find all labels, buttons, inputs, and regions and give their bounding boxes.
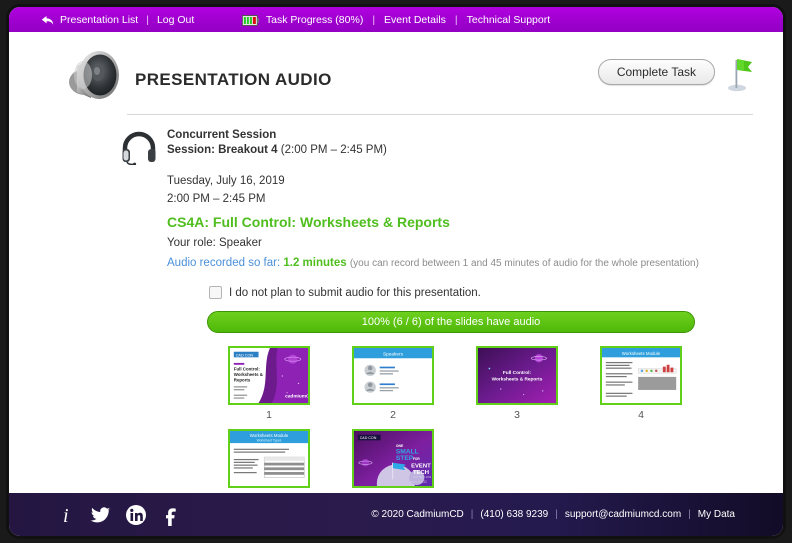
svg-text:cadmiumCD: cadmiumCD: [409, 480, 427, 484]
page-footer: i © 2020 CadmiumCD | (410) 638 9239 | su…: [9, 493, 783, 536]
slide-thumbnail-2[interactable]: Speakers: [352, 346, 434, 405]
slide-number: 3: [514, 409, 520, 421]
page-header: PRESENTATION AUDIO Complete Task: [9, 32, 783, 104]
svg-text:i: i: [63, 505, 69, 526]
back-arrow-icon[interactable]: [41, 15, 54, 26]
svg-text:Full Control:: Full Control:: [234, 366, 261, 371]
header-divider: [127, 114, 753, 115]
slides-audio-progress: 100% (6 / 6) of the slides have audio: [207, 311, 695, 333]
facebook-icon[interactable]: [160, 504, 182, 527]
page-title: PRESENTATION AUDIO: [135, 70, 332, 89]
event-details-link[interactable]: Event Details: [384, 14, 446, 26]
audio-recorded-line: Audio recorded so far: 1.2 minutes (you …: [167, 257, 753, 269]
slide-thumbnail-grid: CAD CON Full Control: Worksheets & Repor…: [207, 346, 703, 512]
audio-recorded-prefix: Audio recorded so far:: [167, 257, 281, 269]
session-name: Session: Breakout 4: [167, 144, 278, 156]
footer-separator-2: |: [555, 509, 558, 520]
slide-thumbnail-3[interactable]: Full Control: Worksheets & Reports: [476, 346, 558, 405]
session-time: 2:00 PM – 2:45 PM: [167, 193, 266, 205]
battery-progress-icon: [241, 15, 259, 26]
user-role: Your role: Speaker: [167, 237, 262, 249]
svg-text:TECH: TECH: [413, 470, 429, 476]
svg-text:STEP: STEP: [396, 455, 414, 462]
svg-text:FOR: FOR: [413, 457, 421, 461]
slide-item[interactable]: Speakers 2: [331, 346, 455, 421]
svg-text:Worksheet Types: Worksheet Types: [257, 439, 282, 443]
svg-text:Worksheets &: Worksheets &: [234, 372, 263, 377]
loudspeaker-icon: [63, 46, 125, 104]
technical-support-link[interactable]: Technical Support: [467, 14, 550, 26]
svg-text:EVENT: EVENT: [411, 463, 431, 469]
svg-text:CAD CON: CAD CON: [360, 436, 377, 440]
slide-number: 2: [390, 409, 396, 421]
session-time-paren: (2:00 PM – 2:45 PM): [280, 144, 387, 156]
copyright-text: © 2020 CadmiumCD: [371, 509, 464, 520]
footer-email-link[interactable]: support@cadmiumcd.com: [565, 509, 681, 520]
screenshot-root: Presentation List | Log Out Task Progres…: [0, 0, 792, 543]
svg-text:Worksheets Module: Worksheets Module: [622, 351, 661, 356]
twitter-icon[interactable]: [90, 504, 112, 526]
session-name-line: Session: Breakout 4 (2:00 PM – 2:45 PM): [167, 144, 387, 156]
topbar-separator-3: |: [454, 13, 458, 26]
audio-recorded-minutes: 1.2 minutes: [283, 257, 347, 269]
topbar-separator-2: |: [372, 13, 376, 26]
svg-text:cadmiumCD: cadmiumCD: [285, 393, 308, 398]
topbar-right-group: Task Progress (80%) | Event Details | Te…: [241, 13, 550, 26]
audio-recorded-note: (you can record between 1 and 45 minutes…: [349, 258, 699, 269]
slide-thumbnail-1[interactable]: CAD CON Full Control: Worksheets & Repor…: [228, 346, 310, 405]
svg-text:Reports: Reports: [234, 378, 251, 383]
footer-separator-3: |: [688, 509, 691, 520]
footer-info: © 2020 CadmiumCD | (410) 638 9239 | supp…: [371, 509, 735, 520]
svg-text:JULY 15-17, 2019: JULY 15-17, 2019: [413, 477, 432, 479]
log-out-link[interactable]: Log Out: [157, 14, 194, 26]
slide-number: 1: [266, 409, 272, 421]
social-links: i: [55, 504, 182, 527]
session-type: Concurrent Session: [167, 129, 277, 141]
svg-text:Worksheets Module: Worksheets Module: [250, 433, 289, 438]
task-progress-label: Task Progress (80%): [265, 13, 364, 26]
session-header-row: Concurrent Session Session: Breakout 4 (…: [121, 129, 753, 166]
main-content: Concurrent Session Session: Breakout 4 (…: [9, 129, 783, 512]
slide-item[interactable]: CAD CON Full Control: Worksheets & Repor…: [207, 346, 331, 421]
optout-checkbox[interactable]: [209, 286, 222, 299]
talk-title: CS4A: Full Control: Worksheets & Reports: [167, 214, 450, 230]
slide-thumbnail-4[interactable]: Worksheets Module: [600, 346, 682, 405]
session-info-block: Tuesday, July 16, 2019 2:00 PM – 2:45 PM…: [167, 175, 753, 269]
optout-row[interactable]: I do not plan to submit audio for this p…: [209, 286, 753, 299]
slide-number: 4: [638, 409, 644, 421]
footer-separator-1: |: [470, 509, 474, 520]
headset-icon: [121, 131, 157, 166]
svg-text:CAD CON: CAD CON: [236, 353, 254, 357]
progress-bar: 100% (6 / 6) of the slides have audio: [207, 311, 695, 333]
app-window: Presentation List | Log Out Task Progres…: [6, 4, 786, 539]
optout-label: I do not plan to submit audio for this p…: [229, 286, 481, 299]
session-text: Concurrent Session Session: Breakout 4 (…: [167, 129, 387, 165]
my-data-link[interactable]: My Data: [698, 509, 735, 520]
progress-label: 100% (6 / 6) of the slides have audio: [361, 316, 541, 328]
svg-text:ONE: ONE: [396, 444, 404, 448]
slide-thumbnail-6[interactable]: CAD CON ONE SMALL STEP FOR EVENT TECH JU…: [352, 429, 434, 488]
footer-phone: (410) 638 9239: [480, 509, 549, 520]
top-navigation-bar: Presentation List | Log Out Task Progres…: [9, 7, 783, 32]
svg-text:Speakers: Speakers: [383, 351, 404, 356]
topbar-separator-1: |: [146, 13, 149, 26]
topbar-left-group: Presentation List | Log Out: [41, 14, 194, 26]
session-date: Tuesday, July 16, 2019: [167, 175, 285, 187]
slide-item[interactable]: Worksheets Module 4: [579, 346, 703, 421]
green-flag-icon: [723, 52, 753, 92]
slide-thumbnail-5[interactable]: Worksheets Module Worksheet Types: [228, 429, 310, 488]
linkedin-icon[interactable]: [125, 504, 147, 526]
svg-text:Worksheets & Reports: Worksheets & Reports: [492, 377, 543, 382]
svg-text:Full Control:: Full Control:: [503, 370, 532, 375]
info-icon[interactable]: i: [55, 504, 77, 527]
header-actions: Complete Task: [597, 52, 753, 92]
presentation-list-link[interactable]: Presentation List: [60, 14, 138, 26]
slide-item[interactable]: Full Control: Worksheets & Reports 3: [455, 346, 579, 421]
complete-task-button[interactable]: Complete Task: [597, 59, 715, 85]
